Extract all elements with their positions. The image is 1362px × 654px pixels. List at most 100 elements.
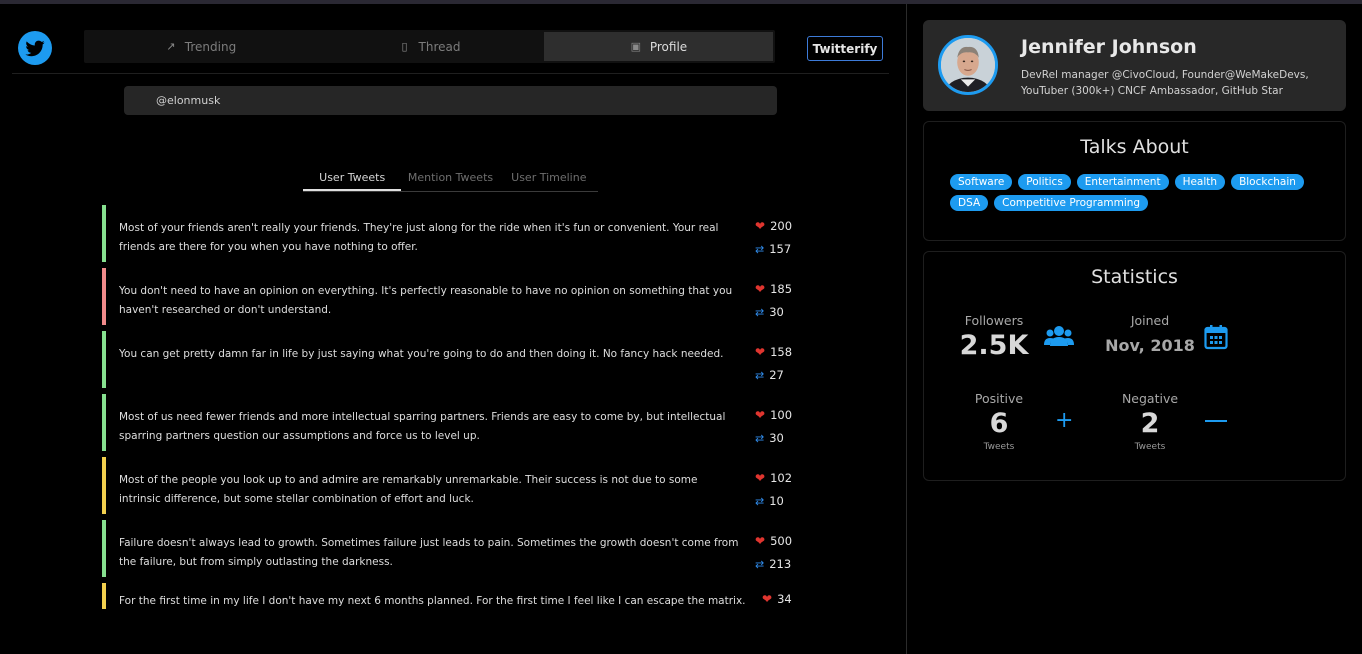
heart-icon: ❤	[755, 534, 766, 548]
panel-divider	[906, 4, 907, 654]
negative-sub: Tweets	[1134, 442, 1166, 452]
retweet-icon: ⇄	[755, 305, 765, 319]
retweet-count[interactable]: ⇄ 30	[755, 305, 784, 319]
tab-user-tweets[interactable]: User Tweets	[303, 168, 402, 191]
like-count[interactable]: ❤ 158	[755, 345, 792, 359]
retweet-count-value: 157	[769, 242, 792, 256]
twitterify-button[interactable]: Twitterify	[807, 36, 883, 61]
topic-chip[interactable]: Software	[950, 174, 1013, 190]
retweet-icon: ⇄	[755, 242, 765, 256]
tab-thread[interactable]: ▯ Thread	[315, 32, 544, 61]
like-count-value: 34	[777, 592, 792, 606]
retweet-icon: ⇄	[755, 494, 765, 508]
tweet-text: Most of us need fewer friends and more i…	[119, 411, 726, 442]
header-divider	[12, 73, 889, 74]
tweet-item[interactable]: Most of the people you look up to and ad…	[102, 457, 802, 514]
tweet-item[interactable]: Most of us need fewer friends and more i…	[102, 394, 802, 451]
users-icon	[1044, 324, 1074, 352]
joined-value: Nov, 2018	[1105, 336, 1195, 355]
tweet-text: Failure doesn't always lead to growth. S…	[119, 537, 739, 568]
tweet-item[interactable]: For the first time in my life I don't ha…	[102, 583, 802, 609]
retweet-icon: ⇄	[755, 431, 765, 445]
heart-icon: ❤	[755, 282, 766, 296]
sentiment-bar	[102, 583, 106, 609]
topic-chip[interactable]: DSA	[950, 195, 989, 211]
negative-value: 2	[1140, 408, 1160, 439]
sentiment-bar	[102, 394, 106, 451]
tab-mention-tweets[interactable]: Mention Tweets	[401, 168, 499, 191]
followers-value: 2.5K	[959, 330, 1029, 361]
retweet-count[interactable]: ⇄ 157	[755, 242, 791, 256]
positive-label: Positive	[974, 391, 1024, 406]
profile-icon: ▣	[630, 40, 642, 53]
tweet-text: You don't need to have an opinion on eve…	[119, 285, 733, 316]
heart-icon: ❤	[762, 592, 773, 606]
sentiment-bar	[102, 457, 106, 514]
heart-icon: ❤	[755, 408, 766, 422]
negative-label: Negative	[1121, 391, 1179, 406]
sentiment-bar	[102, 205, 106, 262]
tweet-list: Most of your friends aren't really your …	[102, 205, 802, 615]
topic-chip[interactable]: Competitive Programming	[994, 195, 1149, 211]
retweet-icon: ⇄	[755, 557, 765, 571]
positive-value: 6	[989, 408, 1009, 439]
tweet-item[interactable]: You don't need to have an opinion on eve…	[102, 268, 802, 325]
tab-profile[interactable]: ▣ Profile	[544, 32, 773, 61]
like-count[interactable]: ❤ 500	[755, 534, 792, 548]
topic-chip[interactable]: Entertainment	[1076, 174, 1169, 190]
tab-trending-label: Trending	[184, 39, 237, 54]
profile-card: Jennifer Johnson DevRel manager @CivoClo…	[923, 20, 1346, 111]
talks-about-title: Talks About	[1080, 136, 1189, 158]
retweet-count[interactable]: ⇄ 30	[755, 431, 784, 445]
retweet-count-value: 10	[769, 494, 784, 508]
tweet-text: You can get pretty damn far in life by j…	[119, 348, 724, 360]
profile-bio: DevRel manager @CivoCloud, Founder@WeMak…	[1021, 69, 1309, 97]
heart-icon: ❤	[755, 471, 766, 485]
like-count[interactable]: ❤ 100	[755, 408, 792, 422]
topic-chip[interactable]: Politics	[1018, 174, 1071, 190]
like-count-value: 100	[770, 408, 793, 422]
plus-icon: +	[1055, 408, 1074, 433]
retweet-count[interactable]: ⇄ 27	[755, 368, 784, 382]
like-count[interactable]: ❤ 185	[755, 282, 792, 296]
retweet-count-value: 30	[769, 431, 784, 445]
tweet-item[interactable]: Failure doesn't always lead to growth. S…	[102, 520, 802, 577]
like-count-value: 185	[770, 282, 793, 296]
main-nav: ↗ Trending ▯ Thread ▣ Profile	[84, 30, 775, 63]
avatar[interactable]	[938, 35, 998, 95]
like-count[interactable]: ❤ 102	[755, 471, 792, 485]
sentiment-bar	[102, 268, 106, 325]
heart-icon: ❤	[755, 345, 766, 359]
tweet-item[interactable]: Most of your friends aren't really your …	[102, 205, 802, 262]
tweet-text: Most of your friends aren't really your …	[119, 222, 719, 253]
retweet-count[interactable]: ⇄ 213	[755, 557, 791, 571]
topic-chip[interactable]: Health	[1174, 174, 1226, 190]
talks-about-card: Talks About Software Politics Entertainm…	[923, 121, 1346, 241]
topic-chips: Software Politics Entertainment Health B…	[950, 174, 1340, 211]
sentiment-bar	[102, 520, 106, 577]
username-search-input[interactable]	[124, 86, 777, 115]
like-count[interactable]: ❤ 200	[755, 219, 792, 233]
tab-profile-label: Profile	[649, 39, 688, 54]
tweet-text: For the first time in my life I don't ha…	[119, 595, 749, 607]
tab-trending[interactable]: ↗ Trending	[86, 32, 315, 61]
twitter-logo-icon[interactable]	[18, 31, 52, 65]
calendar-icon	[1204, 324, 1228, 354]
retweet-icon: ⇄	[755, 368, 765, 382]
topic-chip[interactable]: Blockchain	[1231, 174, 1304, 190]
tweet-text: Most of the people you look up to and ad…	[119, 474, 698, 505]
tweet-type-tabs: User Tweets Mention Tweets User Timeline	[303, 168, 598, 192]
tab-thread-label: Thread	[418, 39, 461, 54]
tweet-item[interactable]: You can get pretty damn far in life by j…	[102, 331, 802, 388]
like-count[interactable]: ❤ 34	[762, 592, 792, 606]
tab-user-timeline[interactable]: User Timeline	[500, 168, 598, 191]
retweet-count-value: 213	[769, 557, 792, 571]
retweet-count-value: 30	[769, 305, 784, 319]
retweet-count[interactable]: ⇄ 10	[755, 494, 784, 508]
joined-label: Joined	[1130, 313, 1170, 328]
minus-icon	[1205, 420, 1227, 422]
like-count-value: 158	[770, 345, 793, 359]
positive-sub: Tweets	[983, 442, 1015, 452]
trending-icon: ↗	[166, 40, 176, 53]
like-count-value: 102	[770, 471, 793, 485]
